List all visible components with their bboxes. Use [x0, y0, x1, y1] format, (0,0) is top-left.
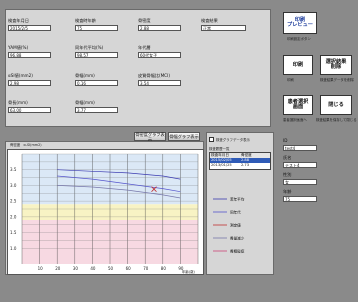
app-window: 検査年月日 2015/2/5 検査時年齢 75 骨密度 2.88 検査結果 正常… — [0, 0, 358, 302]
print-note: 印刷 — [287, 78, 294, 82]
delete-result-button[interactable]: 選択結果 削除 — [320, 55, 352, 75]
field-label: 検査時年齢 — [75, 18, 96, 23]
y-tick-label: 3.5 — [10, 167, 17, 172]
width-graph-label: 骨幅グラフ表示 — [169, 134, 199, 139]
x-unit-label: 年齢(歳) — [182, 269, 195, 274]
y-tick-label: 3.0 — [10, 183, 17, 188]
print-button[interactable]: 印刷 — [283, 55, 313, 75]
age-info-field[interactable]: 75 — [283, 196, 317, 202]
graph-title: 骨密度 α-SI(mm2) — [10, 143, 42, 147]
density-graph-label: 骨密度グラフ表示 — [135, 131, 165, 142]
id-field[interactable]: test4 — [283, 145, 317, 151]
result-field[interactable]: 正常 — [201, 25, 246, 31]
legend-label: 骨量減少 — [230, 235, 245, 240]
asi-field[interactable]: 2.98 — [8, 80, 51, 86]
y-tick-label: 1.0 — [10, 246, 17, 251]
density-graph-button[interactable]: 骨密度グラフ表示 — [134, 131, 166, 142]
patient-select-note: 患者選択画面へ — [283, 118, 307, 122]
field-label: 骨幅(mm) — [75, 100, 95, 105]
id-label: ID — [283, 138, 288, 143]
age-field[interactable]: 75 — [75, 25, 118, 31]
legend-label: 同年代 — [230, 209, 241, 214]
field-label: YAM値(%) — [8, 45, 29, 50]
same-age-field[interactable]: 98.57 — [75, 52, 118, 58]
bone-width-field[interactable]: 0.16 — [75, 80, 118, 86]
field-label: 骨長(mm) — [8, 100, 28, 105]
close-note: 検査結果を保存して閉じる — [316, 118, 357, 122]
x-tick-label: 20 — [55, 266, 61, 271]
yam-field[interactable]: 96.88 — [8, 52, 51, 58]
patient-select-label: 患者選択 画面 — [287, 99, 309, 110]
history-panel: 検査グラフデータ表示 検査履歴一覧 検査年月日 骨密度 2015/02/05 2… — [206, 132, 274, 275]
legend-svg: 若年平均同年代測定値骨量減少骨粗鬆症 — [213, 196, 245, 253]
legend-label: 若年平均 — [230, 196, 245, 201]
field-label: 皮質骨幅比(MCI) — [138, 73, 170, 78]
width-graph-button[interactable]: 骨幅グラフ表示 — [168, 132, 200, 141]
field-label: 同年代平均(%) — [75, 45, 104, 50]
name-field[interactable]: テスト4 — [283, 162, 317, 168]
density-field[interactable]: 2.88 — [138, 25, 181, 31]
age-group-field[interactable]: 60代女子 — [138, 52, 181, 58]
mci-field[interactable]: 3.54 — [138, 80, 181, 86]
x-tick-label: 70 — [143, 266, 149, 271]
close-button[interactable]: 閉じる — [320, 95, 352, 115]
field-label: 検査結果 — [201, 18, 218, 23]
growth-chart: 3.5 3.0 2.5 2.0 1.5 1.0 10 20 30 40 50 60 70 80 90 年齢(歳… — [7, 149, 204, 275]
delete-note: 検査結果データを削除 — [320, 78, 354, 82]
print-preview-button[interactable]: 印刷 プレビュー — [283, 12, 317, 34]
sex-label: 性別 — [283, 172, 292, 177]
field-label: 骨密度 — [138, 18, 151, 23]
field-label: 年代層 — [138, 45, 151, 50]
delete-result-label: 選択結果 削除 — [325, 59, 347, 70]
y-tick-label: 2.0 — [10, 214, 17, 219]
graph-data-checkbox[interactable] — [209, 137, 214, 142]
close-label: 閉じる — [328, 101, 344, 108]
name-label: 氏名 — [283, 155, 292, 160]
x-tick-label: 80 — [161, 266, 167, 271]
patient-select-button[interactable]: 患者選択 画面 — [283, 95, 313, 115]
legend-label: 測定値 — [230, 222, 241, 227]
x-tick-label: 50 — [108, 266, 114, 271]
x-tick-label: 10 — [38, 266, 44, 271]
print-label: 印刷 — [292, 61, 304, 68]
list-item[interactable]: 2013/01/25 2.73 — [210, 163, 270, 168]
bone-length-field[interactable]: 63.00 — [8, 107, 51, 113]
age-label: 年齢 — [283, 189, 292, 194]
history-title: 検査履歴一覧 — [209, 147, 230, 151]
field-label: 検査年月日 — [8, 18, 29, 23]
x-tick-label: 60 — [126, 266, 132, 271]
sex-field[interactable]: 女 — [283, 179, 317, 185]
print-preview-label: 印刷 プレビュー — [287, 17, 313, 28]
history-list[interactable]: 検査年月日 骨密度 2015/02/05 2.88 2013/01/25 2.7… — [209, 152, 271, 170]
exam-date-field[interactable]: 2015/2/5 — [8, 25, 51, 31]
x-tick-label: 40 — [90, 266, 96, 271]
x-tick-label: 30 — [73, 266, 79, 271]
chart-svg: 3.53.02.52.01.51.010 20 30 40 50 60 70 80 90年齢(歳… — [10, 153, 199, 274]
chart-legend: 若年平均同年代測定値骨量減少骨粗鬆症 — [209, 193, 271, 273]
bone-width2-field[interactable]: 3.77 — [75, 107, 118, 113]
y-tick-label: 1.5 — [10, 230, 17, 235]
list-item-date: 2013/01/25 — [211, 163, 232, 167]
checkbox-label: 検査グラフデータ表示 — [216, 138, 250, 142]
graph-panel: 骨密度 α-SI(mm2) 3.5 3.0 2.5 2.0 1.5 1.0 10 20 30 40… — [5, 141, 204, 275]
field-label: 骨幅(mm) — [75, 73, 95, 78]
list-item-density: 2.73 — [241, 163, 250, 167]
legend-label: 骨粗鬆症 — [230, 248, 245, 253]
field-label: αSI値(mm2) — [8, 73, 33, 78]
form-panel: 検査年月日 2015/2/5 検査時年齢 75 骨密度 2.88 検査結果 正常… — [5, 9, 271, 127]
y-tick-label: 2.5 — [10, 199, 17, 204]
print-settings-label: 印刷設定ボタン — [287, 37, 311, 41]
